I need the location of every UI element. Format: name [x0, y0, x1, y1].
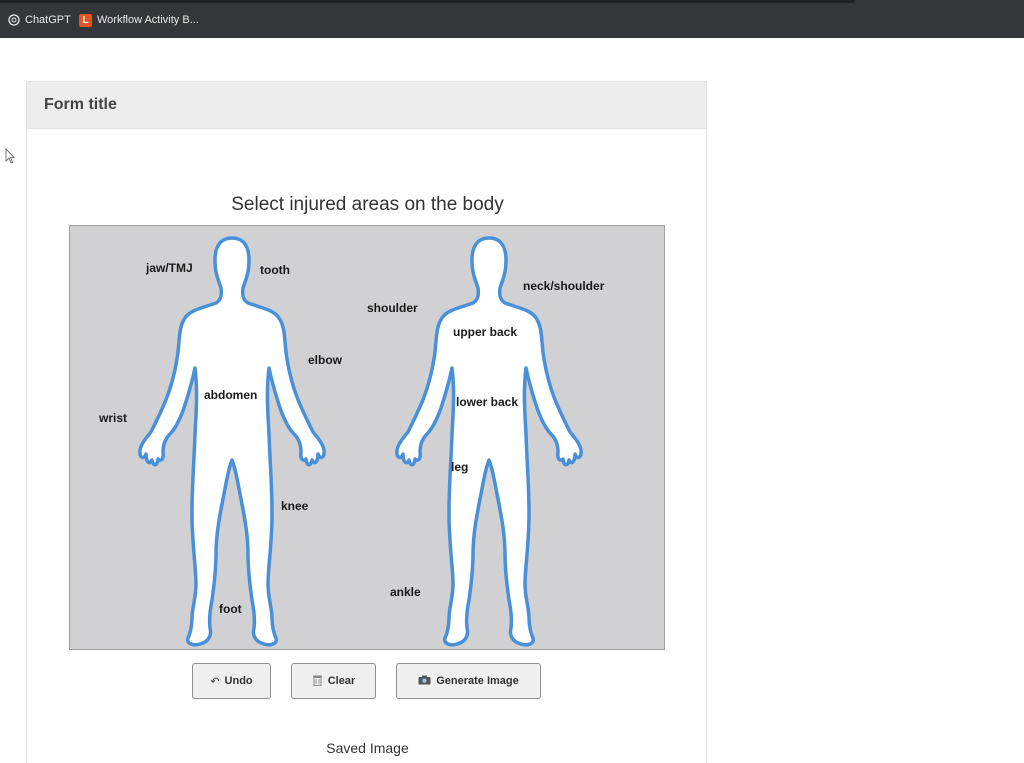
label-knee[interactable]: knee	[281, 499, 308, 513]
label-lower-back[interactable]: lower back	[456, 395, 518, 409]
bookmark-label: ChatGPT	[25, 14, 71, 26]
camera-icon	[418, 675, 431, 688]
bookmark-chatgpt[interactable]: ChatGPT	[7, 12, 71, 28]
label-ankle[interactable]: ankle	[390, 585, 421, 599]
body-map-canvas[interactable]: jaw/TMJ tooth elbow wrist abdomen knee f…	[69, 225, 665, 650]
bookmark-workflow-activity[interactable]: L Workflow Activity B...	[79, 12, 199, 28]
label-foot[interactable]: foot	[219, 602, 242, 616]
trash-icon	[312, 674, 323, 689]
label-jaw-tmj[interactable]: jaw/TMJ	[146, 261, 193, 275]
form-card: Form title Select injured areas on the b…	[26, 81, 707, 763]
front-body-figure	[138, 236, 326, 647]
form-header: Form title	[27, 82, 706, 129]
generate-image-label: Generate Image	[436, 675, 519, 687]
label-shoulder[interactable]: shoulder	[367, 301, 418, 315]
label-wrist[interactable]: wrist	[99, 411, 127, 425]
undo-button[interactable]: ↶ Undo	[192, 663, 271, 699]
back-body-figure	[395, 236, 583, 647]
clear-button[interactable]: Clear	[291, 663, 376, 699]
label-abdomen[interactable]: abdomen	[204, 388, 257, 402]
bookmark-label: Workflow Activity B...	[97, 14, 199, 26]
undo-icon: ↶	[210, 675, 220, 688]
l-letter-icon: L	[79, 13, 92, 27]
bookmarks-bar: ChatGPT L Workflow Activity B...	[0, 0, 1024, 38]
label-leg[interactable]: leg	[451, 460, 468, 474]
label-upper-back[interactable]: upper back	[453, 325, 517, 339]
label-tooth[interactable]: tooth	[260, 263, 290, 277]
undo-label: Undo	[224, 675, 253, 687]
body-map-title: Select injured areas on the body	[231, 194, 504, 215]
generate-image-button[interactable]: Generate Image	[396, 663, 541, 699]
label-neck-shoulder[interactable]: neck/shoulder	[523, 279, 604, 293]
mouse-cursor-icon	[5, 148, 15, 164]
saved-image-label: Saved Image	[326, 740, 409, 756]
tab-strip-edge	[0, 0, 855, 3]
label-elbow[interactable]: elbow	[308, 353, 342, 367]
form-title: Form title	[44, 96, 117, 113]
clear-label: Clear	[327, 675, 356, 687]
chatgpt-icon	[7, 14, 20, 27]
